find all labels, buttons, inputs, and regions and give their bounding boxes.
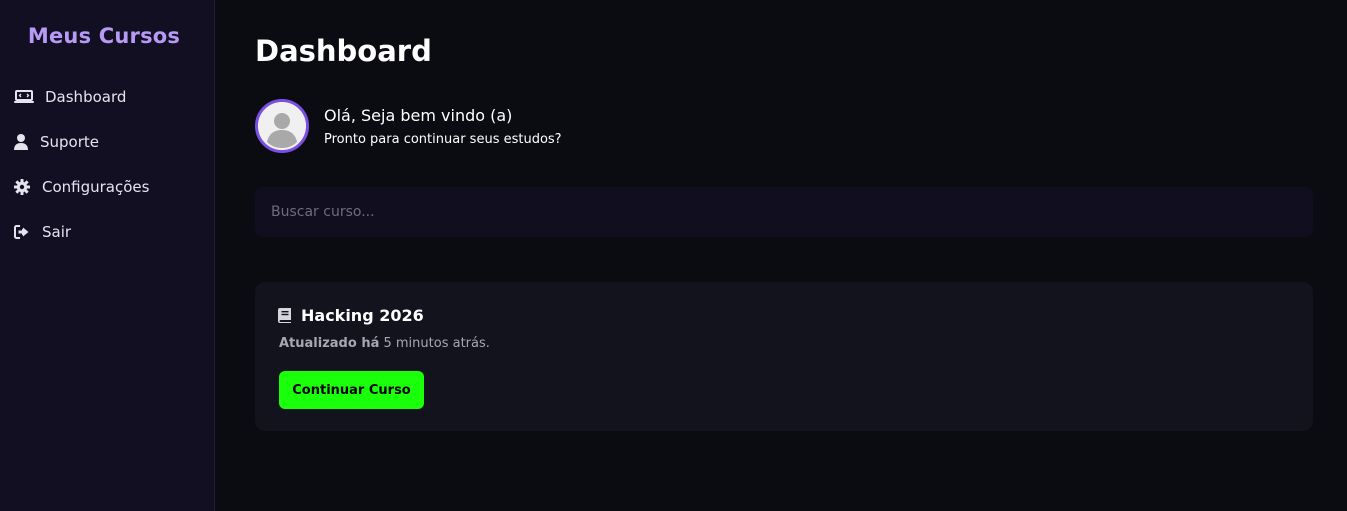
user-icon [14,134,29,150]
course-updated-label: Atualizado há [279,336,380,351]
avatar [255,99,309,153]
sidebar-item-dashboard[interactable]: Dashboard [0,84,214,110]
brand-title: Meus Cursos [27,24,181,48]
course-title-row: Hacking 2026 [278,306,424,325]
sidebar-item-label: Suporte [40,133,100,151]
course-title: Hacking 2026 [301,306,424,325]
sidebar-item-label: Configurações [42,178,150,196]
sidebar-item-label: Dashboard [45,88,127,106]
welcome-subtitle: Pronto para continuar seus estudos? [324,132,562,147]
sidebar-item-configuracoes[interactable]: Configurações [0,174,214,200]
logout-icon [14,224,31,240]
search-input[interactable] [255,187,1313,237]
sidebar-nav: Dashboard Suporte Configurações Sair [0,84,214,264]
app-root: Meus Cursos Dashboard Suporte Configuraç… [0,0,1347,511]
course-card: Hacking 2026 Atualizado há 5 minutos atr… [255,282,1313,431]
sidebar: Meus Cursos Dashboard Suporte Configuraç… [0,0,215,511]
main-content: Dashboard Olá, Seja bem vindo (a) Pronto… [215,0,1347,511]
course-updated-value: 5 minutos atrás. [383,336,490,351]
welcome-greeting: Olá, Seja bem vindo (a) [324,106,513,125]
dashboard-icon [14,89,35,105]
avatar-placeholder-icon [258,102,306,150]
page-title: Dashboard [255,34,432,68]
sidebar-item-suporte[interactable]: Suporte [0,129,214,155]
gear-icon [14,179,31,195]
book-icon [278,307,292,324]
continue-course-button[interactable]: Continuar Curso [279,371,424,409]
welcome-section: Olá, Seja bem vindo (a) Pronto para cont… [255,99,562,153]
welcome-text: Olá, Seja bem vindo (a) Pronto para cont… [324,105,562,147]
sidebar-item-sair[interactable]: Sair [0,219,214,245]
course-updated: Atualizado há 5 minutos atrás. [279,336,490,351]
sidebar-item-label: Sair [42,223,72,241]
